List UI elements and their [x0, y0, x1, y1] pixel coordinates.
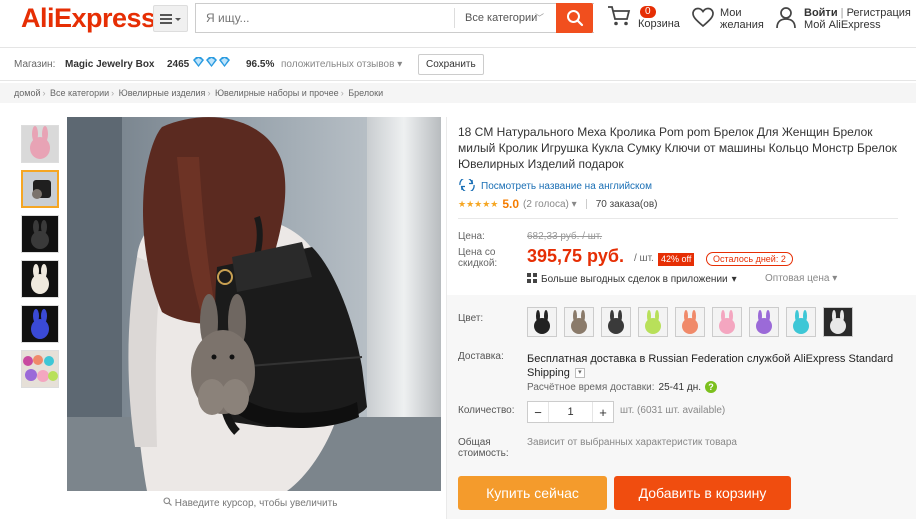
add-to-cart-button[interactable]: Добавить в корзину: [614, 476, 791, 510]
app-deals-dropdown[interactable]: Больше выгодных сделок в приложении ▾: [527, 273, 737, 286]
menu-icon: [159, 13, 181, 24]
store-score: 2465: [167, 59, 190, 70]
diamond-rating-icon: [192, 57, 232, 71]
chevron-down-icon: ▾: [571, 198, 577, 210]
color-swatch-pink[interactable]: [712, 307, 742, 337]
account-link[interactable]: [775, 6, 797, 33]
shipping-info: Бесплатная доставка в Russian Federation…: [527, 352, 897, 380]
rating-row: ★★★★★ 5.0 (2 голоса) ▾ 70 заказа(ов): [458, 197, 657, 211]
translate-title-link[interactable]: Посмотреть название на английском: [458, 177, 652, 194]
delivery-eta-value: 25-41 дн.: [658, 381, 702, 393]
thumbnail-list: [21, 125, 61, 395]
total-price-note: Зависит от выбранных характеристик товар…: [527, 437, 737, 448]
thumbnail-pink-bunny[interactable]: [21, 125, 59, 163]
feedback-dropdown[interactable]: положительных отзывов ▾: [281, 59, 402, 70]
cart-label[interactable]: Корзина: [638, 18, 680, 30]
color-swatches: [527, 307, 853, 337]
shipping-options-chevron-icon[interactable]: ▾: [574, 368, 585, 379]
thumbnail-backpack[interactable]: [21, 170, 59, 208]
wishlist-link[interactable]: [691, 7, 715, 31]
color-swatch-brown[interactable]: [564, 307, 594, 337]
votes-dropdown[interactable]: (2 голоса) ▾: [523, 199, 577, 210]
quantity-increase-button[interactable]: +: [593, 405, 613, 420]
category-menu-button[interactable]: [153, 5, 188, 32]
delivery-eta: Расчётное время доставки: 25-41 дн. ?: [527, 381, 718, 393]
color-swatch-white[interactable]: [823, 307, 853, 337]
product-title: 18 CM Натурального Меха Кролика Pom pom …: [458, 125, 897, 171]
quantity-input[interactable]: 1: [548, 402, 593, 422]
sale-price-label: Цена со скидкой:: [458, 247, 498, 269]
register-link[interactable]: Регистрация: [847, 7, 911, 19]
wholesale-price-dropdown[interactable]: Оптовая цена ▾: [765, 273, 837, 284]
store-bar: Магазин: Magic Jewelry Box 2465 96.5% по…: [0, 47, 916, 81]
breadcrumb: домой › Все категории › Ювелирные изделия ›…: [0, 83, 916, 103]
store-label: Магазин:: [14, 59, 56, 70]
breadcrumb-item-jewelry[interactable]: Ювелирные изделия: [119, 88, 206, 98]
color-swatch-purple[interactable]: [749, 307, 779, 337]
site-header: AliExpress™ Все категории ﹀ 0 Корзина: [0, 0, 916, 46]
quantity-decrease-button[interactable]: −: [528, 405, 548, 420]
wishlist-label[interactable]: Мои желания: [720, 7, 764, 31]
discount-badge: 42% off: [658, 253, 695, 266]
cart-link[interactable]: [606, 4, 632, 31]
color-swatch-cyan[interactable]: [786, 307, 816, 337]
original-price: 682,33 руб. / шт.: [527, 231, 603, 242]
color-swatch-dark-gray[interactable]: [601, 307, 631, 337]
magnifier-icon: [163, 497, 175, 509]
days-left-badge: Осталось дней: 2: [706, 252, 793, 266]
save-store-button[interactable]: Сохранить: [418, 54, 484, 75]
chevron-down-icon: ﹀: [534, 13, 544, 23]
shipping-free: Бесплатная доставка: [527, 353, 637, 365]
search-input[interactable]: [196, 4, 454, 32]
chevron-down-icon: ▾: [397, 59, 403, 70]
product-main-image[interactable]: [67, 117, 441, 491]
zoom-hint: Наведите курсор, чтобы увеличить: [163, 497, 337, 509]
thumbnail-blue-bunny[interactable]: [21, 305, 59, 343]
total-price-label: Общая стоимость:: [458, 437, 509, 459]
color-label: Цвет:: [458, 313, 484, 324]
translate-icon: [458, 177, 476, 194]
chevron-down-icon: ▾: [832, 273, 838, 284]
aliexpress-logo[interactable]: AliExpress™: [21, 3, 163, 34]
color-swatch-black[interactable]: [527, 307, 557, 337]
breadcrumb-item-jewelry-sets[interactable]: Ювелирные наборы и прочее: [215, 88, 339, 98]
star-rating-icon: ★★★★★: [458, 198, 499, 209]
thumbnail-white-bunny[interactable]: [21, 260, 59, 298]
store-name-link[interactable]: Magic Jewelry Box: [65, 59, 154, 70]
chevron-down-icon: ▾: [731, 274, 737, 285]
help-icon[interactable]: ?: [705, 381, 718, 393]
quantity-label: Количество:: [458, 405, 515, 416]
account-menu: Войти | Регистрация Мой AliExpress: [804, 7, 911, 31]
login-link[interactable]: Войти: [804, 7, 838, 19]
grid-icon: [527, 273, 537, 286]
color-swatch-coral[interactable]: [675, 307, 705, 337]
breadcrumb-item-home[interactable]: домой: [14, 88, 40, 98]
breadcrumb-item-all-categories[interactable]: Все категории: [50, 88, 109, 98]
sale-price: 395,75 руб.: [527, 246, 624, 266]
color-swatch-lime[interactable]: [638, 307, 668, 337]
search-bar: Все категории ﹀: [195, 3, 594, 33]
user-icon: [776, 7, 796, 29]
price-label: Цена:: [458, 231, 485, 242]
rating-value: 5.0: [502, 197, 520, 211]
quantity-stepper: − 1 +: [527, 401, 614, 423]
cart-count-badge: 0: [640, 6, 656, 18]
buy-now-button[interactable]: Купить сейчас: [458, 476, 607, 510]
search-icon: [566, 10, 583, 27]
search-button[interactable]: [556, 3, 593, 33]
heart-icon: [692, 7, 714, 28]
search-category-select[interactable]: Все категории ﹀: [454, 8, 554, 28]
quantity-available: шт. (6031 шт. available): [620, 405, 726, 416]
orders-count: 70 заказа(ов): [595, 198, 658, 210]
cart-icon: [608, 6, 631, 26]
shipping-label: Доставка:: [458, 351, 504, 362]
divider: [458, 218, 898, 219]
thumbnail-black-bunny[interactable]: [21, 215, 59, 253]
positive-feedback-percent: 96.5%: [246, 59, 275, 70]
thumbnail-multicolor-bunnies[interactable]: [21, 350, 59, 388]
per-unit-label: / шт.: [634, 253, 654, 264]
breadcrumb-item-keychains[interactable]: Брелоки: [348, 88, 383, 98]
my-aliexpress-link[interactable]: Мой AliExpress: [804, 19, 911, 31]
